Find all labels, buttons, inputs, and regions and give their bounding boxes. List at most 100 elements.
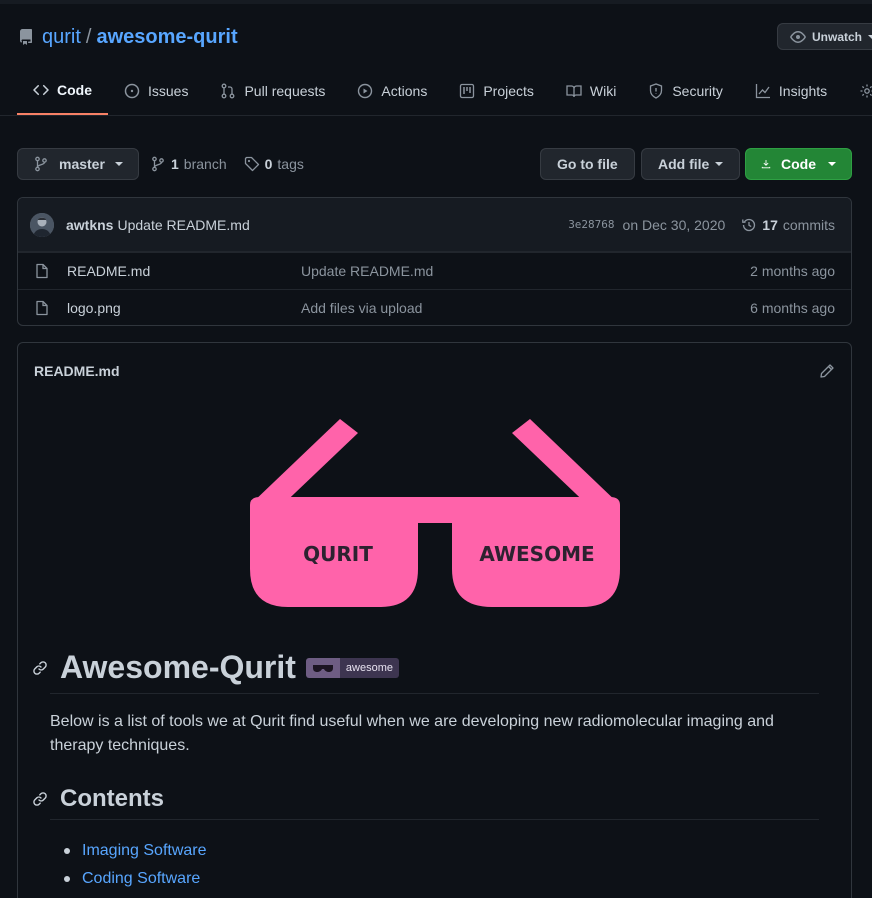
repo-tabs: Code Issues Pull requests Actions Projec… (17, 67, 872, 116)
tag-count: 0 (264, 156, 273, 172)
tab-wiki-label: Wiki (589, 83, 617, 99)
file-name[interactable]: logo.png (67, 300, 301, 316)
file-icon (34, 263, 50, 279)
file-row[interactable]: logo.png Add files via upload 6 months a… (18, 289, 851, 325)
branches-link[interactable]: 1 branch (150, 156, 227, 172)
readme-panel: README.md QURIT AWESOME Awesome-Qurit aw… (17, 342, 852, 898)
pencil-icon[interactable] (819, 363, 835, 379)
tab-pull-requests[interactable]: Pull requests (204, 67, 341, 115)
contents-title: Contents (60, 785, 164, 812)
file-age: 6 months ago (750, 300, 835, 316)
file-listing: awtkns Update README.md 3e28768 on Dec 3… (17, 197, 852, 326)
branch-name: master (59, 156, 105, 172)
tag-icon (244, 156, 259, 172)
tab-issues-label: Issues (148, 83, 189, 99)
tab-projects[interactable]: Projects (443, 67, 550, 115)
tab-projects-label: Projects (483, 83, 534, 99)
unwatch-label: Unwatch (812, 29, 863, 44)
play-icon (358, 83, 373, 99)
readme-intro: Below is a list of tools we at Qurit fin… (50, 713, 774, 754)
sunglasses-icon (305, 657, 340, 678)
tabs-divider (0, 115, 872, 116)
branch-icon (35, 156, 47, 172)
file-name[interactable]: README.md (67, 263, 301, 279)
code-icon (33, 84, 49, 96)
repo-icon (18, 29, 34, 45)
link-icon[interactable] (32, 660, 48, 676)
add-file-label: Add file (658, 156, 710, 172)
code-download-button[interactable]: Code (745, 148, 852, 180)
book-icon (566, 85, 582, 98)
awesome-badge-label: awesome (339, 657, 399, 678)
project-icon (460, 83, 475, 99)
code-download-label: Code (781, 156, 816, 172)
contents-list: Imaging Software Coding Software (82, 837, 207, 893)
glasses-shape (250, 419, 620, 607)
commits-link[interactable]: 17 commits (741, 217, 835, 233)
tab-wiki[interactable]: Wiki (550, 67, 632, 115)
list-item: Coding Software (82, 865, 207, 893)
history-icon (742, 218, 756, 231)
issue-icon (124, 83, 140, 99)
tab-security[interactable]: Security (632, 67, 739, 115)
commit-message[interactable]: Update README.md (117, 217, 249, 233)
branch-count: 1 (171, 156, 179, 172)
tab-code[interactable]: Code (17, 67, 108, 115)
repo-path-separator: / (85, 25, 92, 48)
contents-link-coding-software[interactable]: Coding Software (82, 865, 200, 893)
list-item: Imaging Software (82, 837, 207, 865)
tab-settings[interactable]: S (843, 67, 872, 115)
tab-actions[interactable]: Actions (341, 67, 443, 115)
readme-title: Awesome-Qurit (60, 649, 296, 685)
heading-divider (50, 819, 819, 820)
add-file-button[interactable]: Add file (641, 148, 741, 180)
tab-pull-requests-label: Pull requests (244, 83, 326, 99)
go-to-file-button[interactable]: Go to file (540, 148, 635, 180)
tab-actions-label: Actions (381, 83, 428, 99)
chevron-down-icon (828, 162, 836, 166)
chevron-down-icon (114, 162, 123, 166)
awesome-badge[interactable]: awesome (305, 657, 399, 678)
contents-link-imaging-software[interactable]: Imaging Software (82, 837, 207, 865)
commit-count: 17 (762, 216, 778, 233)
unwatch-button[interactable]: Unwatch (777, 23, 872, 50)
readme-filename[interactable]: README.md (34, 363, 120, 379)
branch-select-button[interactable]: master (17, 148, 139, 180)
repo-name-link[interactable]: awesome-qurit (96, 26, 237, 49)
repo-header: qurit / awesome-qurit (18, 25, 238, 49)
contents-heading: Contents (32, 785, 164, 813)
commit-count-label: commits (782, 216, 835, 233)
tab-issues[interactable]: Issues (108, 67, 204, 115)
branch-label: branch (183, 156, 227, 172)
tab-insights[interactable]: Insights (739, 67, 843, 115)
chevron-down-icon (868, 34, 872, 39)
logo-right-text: AWESOME (479, 542, 594, 566)
commit-date: on Dec 30, 2020 (622, 216, 726, 233)
commit-meta: 3e28768 on Dec 30, 2020 17 commits (568, 217, 835, 233)
tags-link[interactable]: 0 tags (244, 156, 304, 172)
graph-icon (755, 84, 770, 99)
file-row[interactable]: README.md Update README.md 2 months ago (18, 252, 851, 289)
link-icon[interactable] (32, 791, 48, 807)
commit-sha[interactable]: 3e28768 (568, 218, 614, 231)
tab-code-label: Code (57, 82, 92, 98)
shield-icon (650, 83, 663, 99)
file-age: 2 months ago (750, 263, 835, 279)
go-to-file-label: Go to file (557, 156, 618, 172)
file-icon (34, 300, 50, 316)
file-commit-message[interactable]: Update README.md (301, 263, 750, 279)
chevron-down-icon (715, 162, 724, 166)
latest-commit-row: awtkns Update README.md 3e28768 on Dec 3… (18, 198, 851, 252)
avatar[interactable] (30, 212, 54, 237)
logo-left-text: QURIT (303, 542, 373, 566)
awesome-qurit-logo: QURIT AWESOME (250, 419, 620, 607)
commit-author[interactable]: awtkns (66, 217, 113, 233)
tag-label: tags (277, 156, 304, 172)
download-icon (761, 159, 771, 169)
tab-insights-label: Insights (778, 83, 828, 99)
readme-title-heading: Awesome-Qurit awesome (32, 649, 399, 686)
file-commit-message[interactable]: Add files via upload (301, 300, 750, 316)
gear-icon (860, 84, 872, 98)
eye-icon (790, 29, 806, 45)
repo-owner-link[interactable]: qurit (42, 26, 81, 49)
